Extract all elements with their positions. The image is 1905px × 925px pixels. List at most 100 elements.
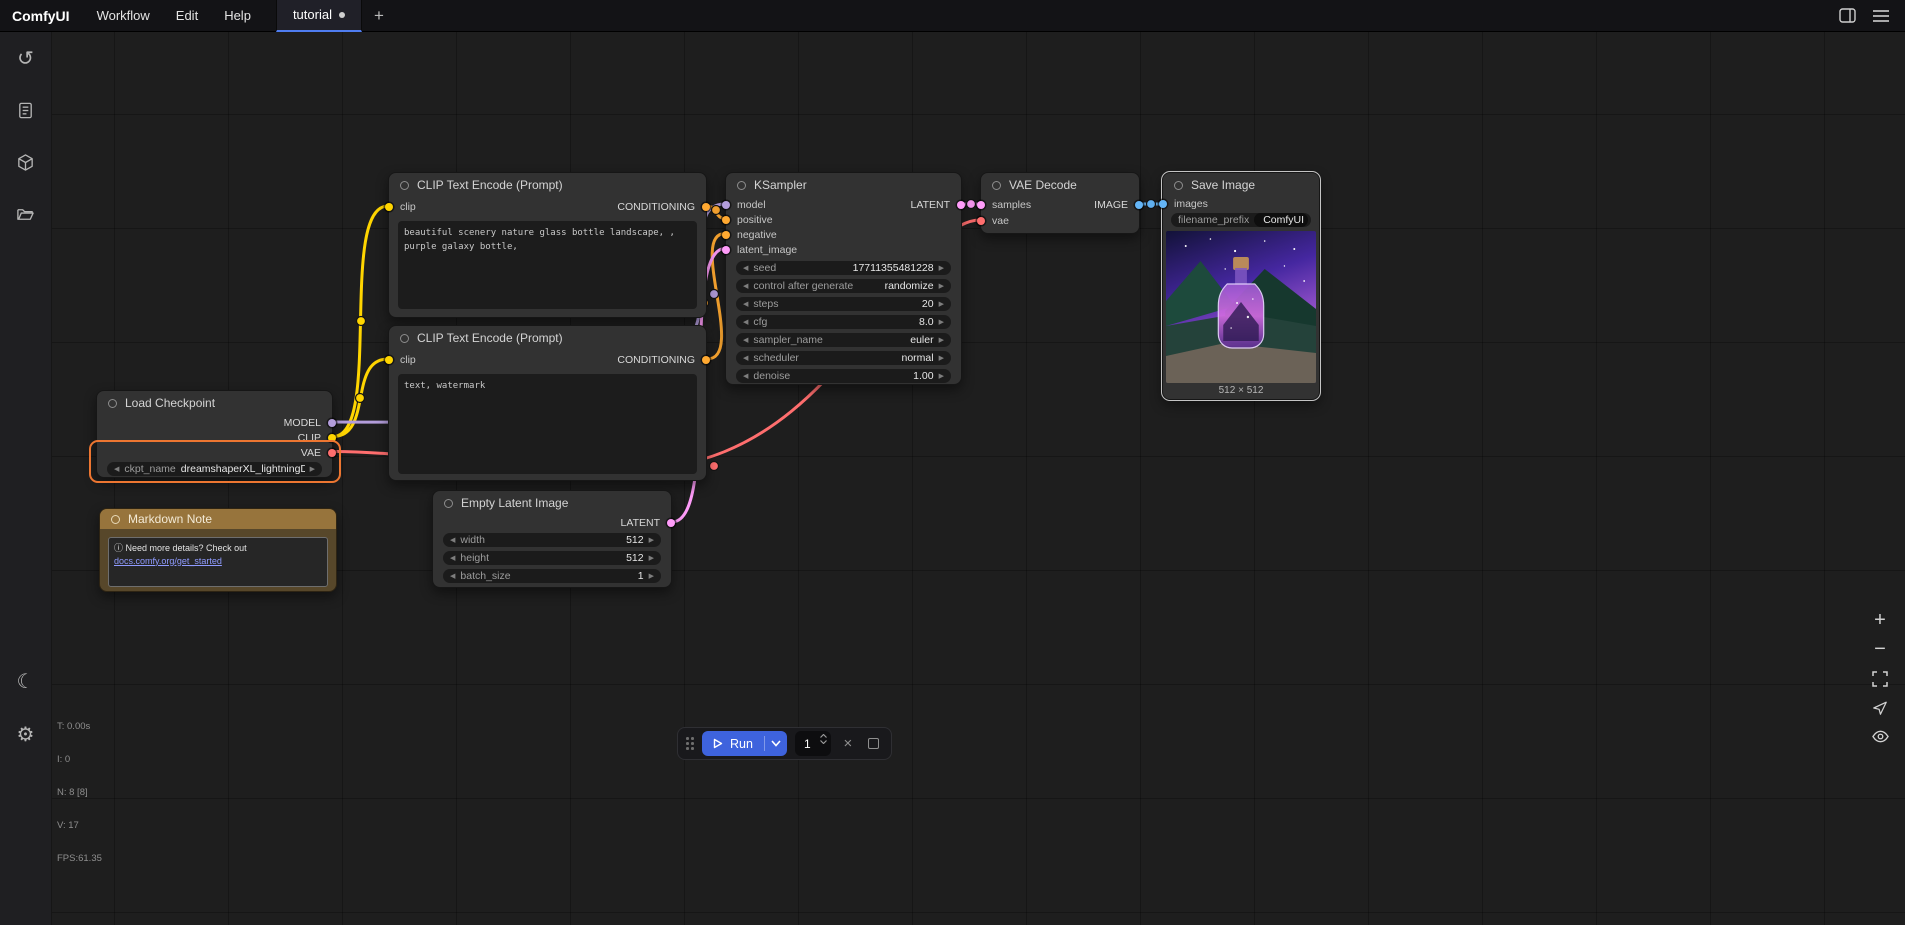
decrement-arrow-icon[interactable]: ◀	[743, 319, 748, 326]
increment-arrow-icon[interactable]: ▶	[939, 319, 944, 326]
menu-help[interactable]: Help	[211, 0, 264, 32]
collapse-icon[interactable]	[400, 181, 409, 190]
node-clip-text-encode-positive[interactable]: CLIP Text Encode (Prompt) clip CONDITION…	[388, 172, 707, 318]
theme-toggle-icon[interactable]: ☾	[14, 669, 38, 693]
workflows-folder-icon[interactable]	[14, 202, 38, 226]
zoom-out-button[interactable]: −	[1867, 635, 1893, 664]
prev-value-arrow-icon[interactable]: ◀	[743, 355, 748, 362]
decrement-arrow-icon[interactable]: ◀	[450, 555, 455, 562]
hamburger-menu-icon[interactable]	[1871, 6, 1891, 26]
toggle-visibility-eye-button[interactable]	[1867, 722, 1893, 751]
increment-arrow-icon[interactable]: ▶	[939, 373, 944, 380]
node-header[interactable]: KSampler	[726, 173, 961, 197]
generated-image-preview[interactable]	[1166, 231, 1316, 383]
prompt-textarea[interactable]: text, watermark	[398, 374, 697, 474]
menu-workflow[interactable]: Workflow	[84, 0, 163, 32]
new-workflow-tab-button[interactable]: +	[362, 0, 396, 32]
increment-arrow-icon[interactable]: ▶	[649, 573, 654, 580]
run-button[interactable]: Run	[702, 737, 764, 751]
input-port-model[interactable]	[722, 201, 730, 209]
collapse-icon[interactable]	[108, 399, 117, 408]
input-port-samples[interactable]	[977, 201, 985, 209]
node-header[interactable]: Load Checkpoint	[97, 391, 332, 415]
queue-history-icon[interactable]: ↺	[14, 46, 38, 70]
output-port-image[interactable]	[1135, 201, 1143, 209]
node-header[interactable]: Markdown Note	[100, 509, 336, 529]
widget-steps[interactable]: ◀ steps 20 ▶	[736, 297, 951, 311]
widget-denoise[interactable]: ◀ denoise 1.00 ▶	[736, 369, 951, 383]
batch-count-input[interactable]: 1	[795, 731, 831, 756]
output-port-latent[interactable]	[667, 519, 675, 527]
next-value-arrow-icon[interactable]: ▶	[310, 466, 315, 473]
next-value-arrow-icon[interactable]: ▶	[939, 337, 944, 344]
increment-arrow-icon[interactable]: ▶	[649, 537, 654, 544]
batch-count-steppers[interactable]	[820, 734, 827, 744]
decrement-arrow-icon[interactable]: ◀	[450, 537, 455, 544]
decrement-arrow-icon[interactable]: ◀	[743, 265, 748, 272]
collapse-icon[interactable]	[400, 334, 409, 343]
toolbar-drag-handle[interactable]	[686, 737, 694, 750]
collapse-icon[interactable]	[444, 499, 453, 508]
output-port-vae[interactable]	[328, 449, 336, 457]
collapse-icon[interactable]	[992, 181, 1001, 190]
next-value-arrow-icon[interactable]: ▶	[939, 283, 944, 290]
node-header[interactable]: VAE Decode	[981, 173, 1139, 197]
node-library-icon[interactable]	[14, 98, 38, 122]
chevron-down-icon[interactable]	[820, 740, 827, 744]
node-header[interactable]: CLIP Text Encode (Prompt)	[389, 173, 706, 197]
node-empty-latent-image[interactable]: Empty Latent Image LATENT ◀ width 512 ▶ …	[432, 490, 672, 588]
node-load-checkpoint[interactable]: Load Checkpoint MODEL CLIP VAE ◀ ckpt_na…	[96, 390, 333, 478]
output-port-model[interactable]	[328, 419, 336, 427]
widget-control-after-generate[interactable]: ◀ control after generate randomize ▶	[736, 279, 951, 293]
output-port-conditioning[interactable]	[702, 356, 710, 364]
link-midpoint-dot[interactable]	[712, 206, 721, 215]
settings-gear-icon[interactable]: ⚙	[14, 722, 38, 746]
node-save-image[interactable]: Save Image images filename_prefix ComfyU…	[1162, 172, 1320, 400]
widget-cfg[interactable]: ◀ cfg 8.0 ▶	[736, 315, 951, 329]
node-header[interactable]: Empty Latent Image	[433, 491, 671, 515]
node-vae-decode[interactable]: VAE Decode samples IMAGE vae	[980, 172, 1140, 234]
link-midpoint-dot[interactable]	[710, 290, 719, 299]
output-port-latent[interactable]	[957, 201, 965, 209]
input-port-images[interactable]	[1159, 200, 1167, 208]
panel-toggle-icon[interactable]	[1837, 6, 1857, 26]
next-value-arrow-icon[interactable]: ▶	[939, 355, 944, 362]
link-midpoint-dot[interactable]	[710, 462, 719, 471]
input-port-clip[interactable]	[385, 203, 393, 211]
collapse-icon[interactable]	[1174, 181, 1183, 190]
node-clip-text-encode-negative[interactable]: CLIP Text Encode (Prompt) clip CONDITION…	[388, 325, 707, 481]
run-options-button[interactable]	[765, 731, 787, 756]
input-port-negative[interactable]	[722, 231, 730, 239]
decrement-arrow-icon[interactable]: ◀	[450, 573, 455, 580]
increment-arrow-icon[interactable]: ▶	[649, 555, 654, 562]
model-library-icon[interactable]	[14, 150, 38, 174]
collapse-icon[interactable]	[737, 181, 746, 190]
collapse-icon[interactable]	[111, 515, 120, 524]
link-midpoint-dot[interactable]	[357, 317, 366, 326]
prompt-textarea[interactable]: beautiful scenery nature glass bottle la…	[398, 221, 697, 309]
chevron-up-icon[interactable]	[820, 734, 827, 738]
zoom-in-button[interactable]: +	[1867, 606, 1893, 635]
node-markdown-note[interactable]: Markdown Note ⓘ Need more details? Check…	[99, 508, 337, 592]
link-midpoint-dot[interactable]	[356, 394, 365, 403]
stop-icon[interactable]	[865, 735, 883, 753]
node-header[interactable]: Save Image	[1163, 173, 1319, 197]
widget-batch-size[interactable]: ◀ batch_size 1 ▶	[443, 569, 661, 583]
link-visibility-button[interactable]	[1867, 693, 1893, 722]
prev-value-arrow-icon[interactable]: ◀	[743, 283, 748, 290]
widget-filename-prefix[interactable]: filename_prefix ComfyUI	[1171, 213, 1311, 227]
fit-view-button[interactable]	[1867, 664, 1893, 693]
widget-width[interactable]: ◀ width 512 ▶	[443, 533, 661, 547]
widget-seed[interactable]: ◀ seed 17711355481228 ▶	[736, 261, 951, 275]
node-ksampler[interactable]: KSampler model LATENT positive negative …	[725, 172, 962, 385]
widget-sampler-name[interactable]: ◀ sampler_name euler ▶	[736, 333, 951, 347]
widget-height[interactable]: ◀ height 512 ▶	[443, 551, 661, 565]
link-midpoint-dot[interactable]	[967, 200, 976, 209]
widget-scheduler[interactable]: ◀ scheduler normal ▶	[736, 351, 951, 365]
input-port-latent-image[interactable]	[722, 246, 730, 254]
cancel-run-icon[interactable]: ×	[839, 735, 857, 753]
decrement-arrow-icon[interactable]: ◀	[743, 373, 748, 380]
menu-edit[interactable]: Edit	[163, 0, 211, 32]
link-midpoint-dot[interactable]	[1147, 200, 1156, 209]
prev-value-arrow-icon[interactable]: ◀	[114, 466, 119, 473]
